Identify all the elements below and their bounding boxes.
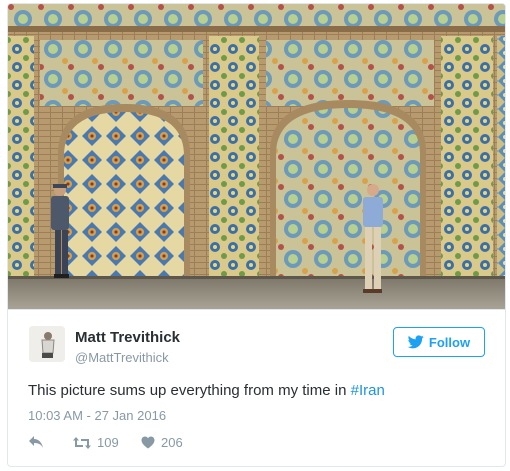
author-handle[interactable]: @MattTrevithick	[75, 350, 169, 365]
timestamp[interactable]: 10:03 AM - 27 Jan 2016	[28, 408, 166, 423]
tweet-text: This picture sums up everything from my …	[28, 382, 385, 399]
retweet-count: 109	[97, 435, 119, 450]
tweet-card: Matt Trevithick @MattTrevithick Follow T…	[7, 3, 506, 467]
tweet-text-body: This picture sums up everything from my …	[28, 382, 351, 399]
follow-button[interactable]: Follow	[393, 327, 485, 357]
heart-icon	[141, 436, 155, 449]
hashtag-link[interactable]: #Iran	[351, 382, 385, 399]
divider	[8, 309, 505, 310]
follow-label: Follow	[428, 334, 471, 350]
reply-icon	[29, 436, 43, 448]
author-name[interactable]: Matt Trevithick	[75, 329, 180, 346]
retweet-icon	[73, 436, 91, 449]
avatar[interactable]	[29, 326, 65, 362]
like-button[interactable]: 206	[141, 435, 183, 450]
retweet-button[interactable]: 109	[73, 435, 119, 450]
like-count: 206	[161, 435, 183, 450]
twitter-bird-icon	[407, 335, 424, 349]
tweet-photo[interactable]	[8, 4, 505, 309]
reply-button[interactable]	[28, 435, 44, 449]
